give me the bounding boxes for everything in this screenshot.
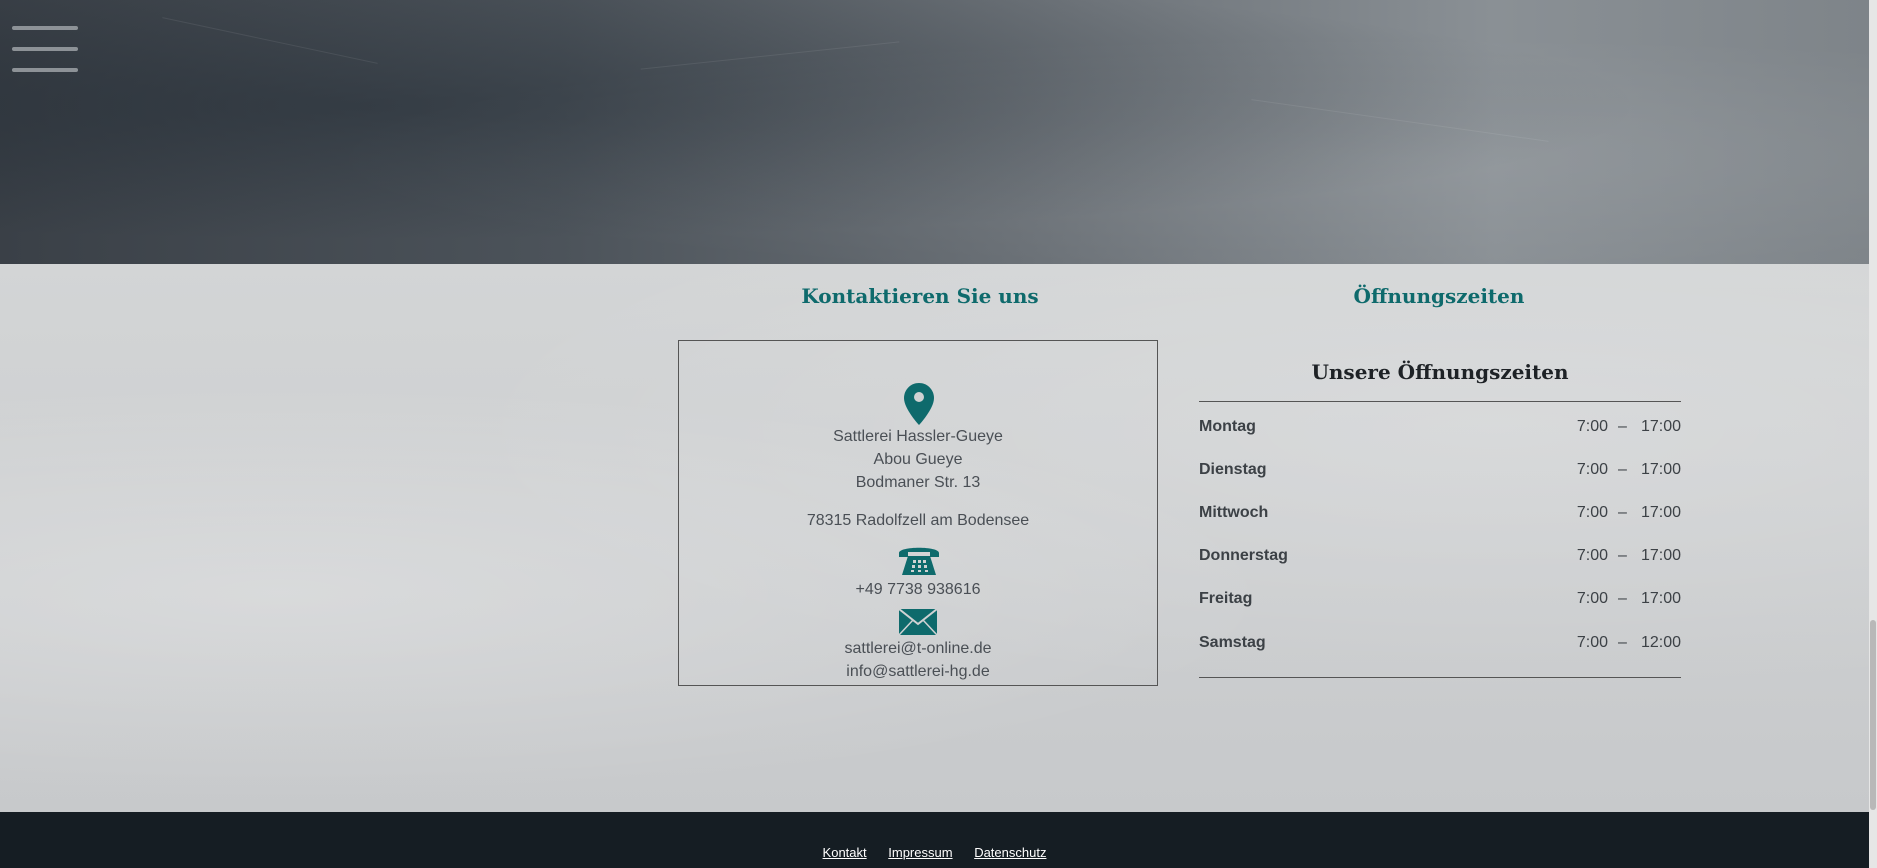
footer-link-impressum[interactable]: Impressum xyxy=(888,845,952,860)
city-address: 78315 Radolfzell am Bodensee xyxy=(806,512,1030,529)
scrollbar[interactable] xyxy=(1869,0,1877,868)
footer-nav: Kontakt Impressum Datenschutz xyxy=(0,845,1869,860)
hamburger-menu-icon[interactable] xyxy=(12,26,78,74)
phone-number[interactable]: +49 7738 938616 xyxy=(679,578,1157,601)
hours-row: Donnerstag 7:00 – 17:00 xyxy=(1199,547,1681,571)
divider xyxy=(1199,677,1681,678)
time-separator: – xyxy=(1618,547,1627,564)
divider xyxy=(1199,401,1681,402)
close-time: 17:00 xyxy=(1640,504,1681,521)
scrollbar-thumb[interactable] xyxy=(1870,620,1876,810)
close-time: 17:00 xyxy=(1640,461,1681,478)
open-time: 7:00 xyxy=(1576,504,1608,521)
close-time: 12:00 xyxy=(1640,634,1681,651)
day-label: Freitag xyxy=(1199,590,1253,607)
day-label: Montag xyxy=(1199,418,1256,435)
hero-banner xyxy=(0,0,1869,264)
close-time: 17:00 xyxy=(1640,547,1681,564)
footer: Kontakt Impressum Datenschutz xyxy=(0,812,1869,868)
telephone-icon xyxy=(899,547,939,575)
hours-row: Montag 7:00 – 17:00 xyxy=(1199,418,1681,442)
day-label: Samstag xyxy=(1199,634,1266,651)
email-link[interactable]: sattlerei@t-online.de xyxy=(679,637,1157,660)
street-address: Bodmaner Str. 13 xyxy=(855,474,981,491)
day-label: Donnerstag xyxy=(1199,547,1288,564)
contact-card: Sattlerei Hassler-Gueye Abou Gueye Bodma… xyxy=(678,340,1158,686)
envelope-icon xyxy=(899,609,937,635)
texture-line xyxy=(162,17,378,64)
texture-line xyxy=(640,41,900,70)
hours-row: Dienstag 7:00 – 17:00 xyxy=(1199,461,1681,485)
open-time: 7:00 xyxy=(1576,590,1608,607)
day-label: Mittwoch xyxy=(1199,504,1269,521)
time-separator: – xyxy=(1618,590,1627,607)
contact-person: Abou Gueye xyxy=(873,451,963,468)
contact-section-title: Kontaktieren Sie uns xyxy=(801,284,1039,308)
close-time: 17:00 xyxy=(1640,418,1681,435)
hours-section-title: Öffnungszeiten xyxy=(1353,284,1525,308)
time-separator: – xyxy=(1618,418,1627,435)
open-time: 7:00 xyxy=(1576,634,1608,651)
open-time: 7:00 xyxy=(1576,547,1608,564)
day-label: Dienstag xyxy=(1199,461,1267,478)
hours-row: Samstag 7:00 – 12:00 xyxy=(1199,634,1681,658)
email-link[interactable]: info@sattlerei-hg.de xyxy=(679,660,1157,683)
hours-row: Mittwoch 7:00 – 17:00 xyxy=(1199,504,1681,528)
close-time: 17:00 xyxy=(1640,590,1681,607)
time-separator: – xyxy=(1618,504,1627,521)
texture-line xyxy=(1251,99,1549,142)
time-separator: – xyxy=(1618,461,1627,478)
footer-link-datenschutz[interactable]: Datenschutz xyxy=(974,845,1046,860)
open-time: 7:00 xyxy=(1576,461,1608,478)
company-name: Sattlerei Hassler-Gueye xyxy=(833,428,1003,445)
footer-link-kontakt[interactable]: Kontakt xyxy=(823,845,867,860)
hours-heading: Unsere Öffnungszeiten xyxy=(1311,360,1569,384)
map-pin-icon xyxy=(904,383,934,425)
hours-row: Freitag 7:00 – 17:00 xyxy=(1199,590,1681,614)
time-separator: – xyxy=(1618,634,1627,651)
open-time: 7:00 xyxy=(1576,418,1608,435)
main-content: Kontaktieren Sie uns Öffnungszeiten Satt… xyxy=(0,264,1869,812)
